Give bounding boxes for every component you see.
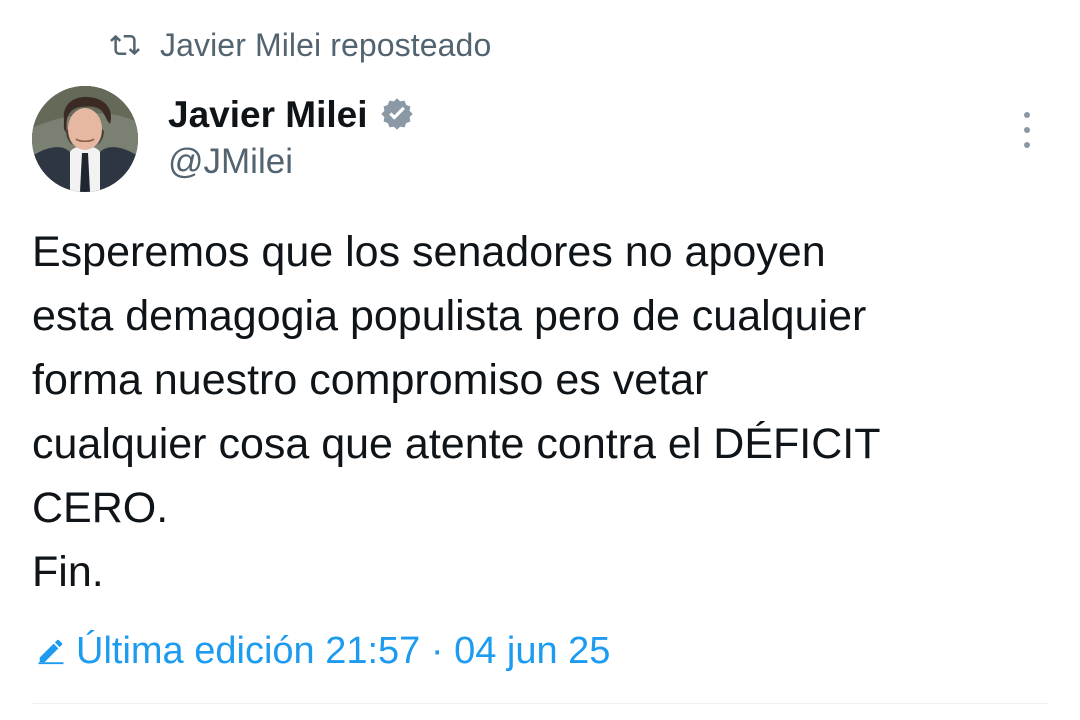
divider: [32, 703, 1048, 704]
tweet-line: CERO.: [32, 484, 169, 532]
tweet-line: Esperemos que los senadores no apoyen: [32, 228, 826, 276]
tweet-line: Fin.: [32, 548, 104, 596]
more-options-icon: [1024, 112, 1030, 118]
avatar[interactable]: [32, 86, 138, 192]
author-name[interactable]: Javier Milei: [168, 96, 368, 133]
edit-icon: [34, 634, 68, 668]
tweet-line: esta demagogia populista pero de cualqui…: [32, 292, 867, 340]
tweet-text: Esperemos que los senadores no apoyen es…: [32, 220, 1062, 604]
edit-history-text[interactable]: Última edición 21:57 · 04 jun 25: [76, 632, 610, 670]
repost-indicator[interactable]: Javier Milei reposteado: [108, 23, 491, 67]
more-options-icon: [1024, 142, 1030, 148]
tweet-line: forma nuestro compromiso es vetar: [32, 356, 709, 404]
verified-icon: [378, 95, 416, 133]
author-handle[interactable]: @JMilei: [168, 144, 416, 179]
more-options-icon: [1024, 127, 1030, 133]
edit-history-link[interactable]: Última edición 21:57 · 04 jun 25: [34, 625, 610, 677]
more-options-button[interactable]: [1014, 112, 1040, 148]
tweet-card: Javier Milei reposteado Javier Milei @JM…: [0, 0, 1080, 720]
repost-icon: [108, 28, 142, 62]
tweet-line: cualquier cosa que atente contra el DÉFI…: [32, 420, 881, 468]
author-block: Javier Milei @JMilei: [168, 86, 416, 196]
repost-label: Javier Milei reposteado: [160, 26, 492, 63]
author-name-row[interactable]: Javier Milei: [168, 86, 416, 142]
